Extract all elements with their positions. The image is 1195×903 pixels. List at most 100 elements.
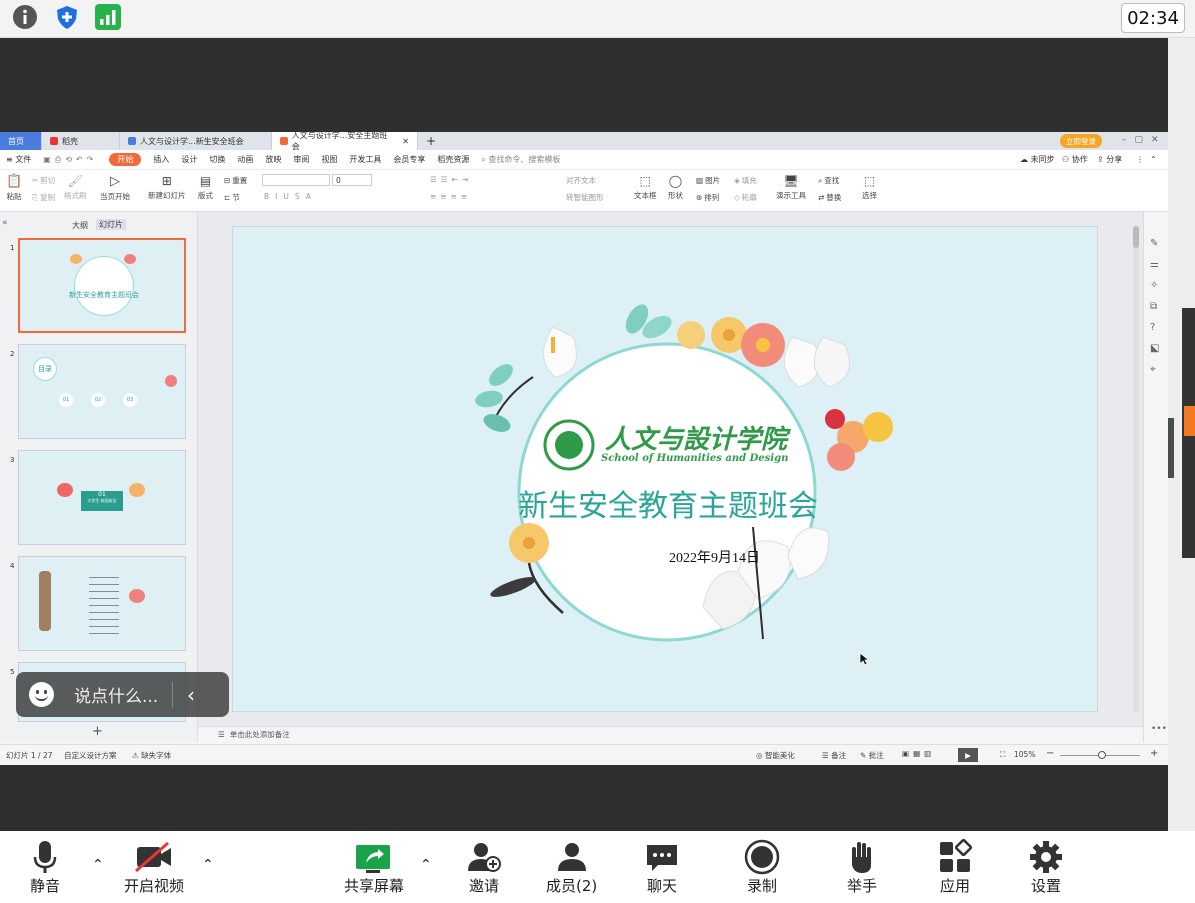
- signal-icon[interactable]: [95, 4, 121, 30]
- menu-start[interactable]: 开始: [109, 153, 142, 166]
- menu-transition[interactable]: 切换: [209, 154, 225, 165]
- menu-developer[interactable]: 开发工具: [349, 154, 381, 165]
- arrange-button[interactable]: ⊛ 排列: [696, 192, 719, 203]
- fit-icon[interactable]: ⛶: [1000, 750, 1005, 760]
- zoom-in-icon[interactable]: +: [1150, 748, 1158, 759]
- new-slide-button[interactable]: ⊞ 新建幻灯片: [148, 174, 186, 201]
- fill-button[interactable]: ◈ 填充: [734, 175, 757, 186]
- menu-member[interactable]: 会员专享: [393, 154, 425, 165]
- collapse-panel-icon[interactable]: «: [2, 218, 8, 228]
- format-painter-button[interactable]: 🖌 格式刷: [64, 174, 87, 201]
- sync-status[interactable]: ☁ 未同步: [1020, 154, 1055, 165]
- presentation-tools-button[interactable]: 🖥 演示工具: [776, 174, 806, 201]
- more-icon[interactable]: ⋮: [1136, 155, 1144, 164]
- shape-format-icon[interactable]: ⬕: [1150, 343, 1159, 354]
- share-options-icon[interactable]: ⌃: [420, 857, 432, 873]
- menu-design[interactable]: 设计: [181, 154, 197, 165]
- notes-toggle[interactable]: ☰ 备注: [822, 750, 846, 761]
- smartart-button[interactable]: 转智能图形: [566, 192, 604, 203]
- chat-button[interactable]: 聊天: [644, 839, 680, 896]
- quick-access-icons[interactable]: ▣⎙⟲↶↷: [43, 155, 97, 165]
- new-tab-button[interactable]: +: [418, 132, 444, 150]
- slide-thumbnail-1[interactable]: 新生安全教育主题班会: [18, 238, 186, 333]
- design-scheme[interactable]: 自定义设计方案: [64, 750, 117, 761]
- font-size-select[interactable]: 0: [332, 174, 372, 186]
- menu-docer[interactable]: 稻壳资源: [437, 154, 469, 165]
- login-button[interactable]: 立即登录: [1060, 134, 1102, 148]
- tab-home[interactable]: 首页: [0, 132, 42, 150]
- animation-icon[interactable]: ✧: [1150, 280, 1159, 291]
- zoom-level[interactable]: 105%: [1014, 750, 1035, 759]
- notes-bar[interactable]: ☰ 单击此处添加备注: [198, 726, 1143, 742]
- list-buttons[interactable]: ☰☰⇤⇥: [430, 175, 472, 184]
- textbox-button[interactable]: ⬚ 文本框: [634, 174, 657, 201]
- tab-docer[interactable]: 稻壳: [42, 132, 120, 150]
- apps-button[interactable]: 应用: [938, 839, 972, 896]
- record-button[interactable]: 录制: [744, 839, 780, 896]
- add-slide-button[interactable]: +: [92, 724, 103, 739]
- zoom-out-icon[interactable]: −: [1046, 748, 1054, 759]
- slide-thumbnail-3[interactable]: 01 大学生 校园安全: [18, 450, 186, 545]
- section-button[interactable]: ⊏ 节: [224, 192, 240, 203]
- missing-font-button[interactable]: ⚠ 缺失字体: [132, 750, 171, 761]
- mute-button[interactable]: 静音: [30, 839, 60, 896]
- menu-insert[interactable]: 插入: [153, 154, 169, 165]
- menu-review[interactable]: 审阅: [293, 154, 309, 165]
- emoji-icon[interactable]: [29, 682, 54, 707]
- style-icon[interactable]: ✎: [1150, 238, 1159, 249]
- picture-button[interactable]: ▨ 图片: [696, 175, 720, 186]
- invite-button[interactable]: 邀请: [466, 839, 502, 896]
- slide-title[interactable]: 新生安全教育主题班会: [503, 481, 833, 525]
- panel-tab-slides[interactable]: 幻灯片: [96, 219, 126, 230]
- copy-button[interactable]: ⎘ 复制: [32, 192, 55, 203]
- chat-input-overlay[interactable]: 说点什么... ‹: [16, 672, 229, 717]
- shape-button[interactable]: ◯ 形状: [668, 174, 683, 201]
- location-icon[interactable]: ⌖: [1150, 364, 1159, 375]
- select-button[interactable]: ⬚ 选择: [862, 174, 877, 201]
- settings-button[interactable]: 设置: [1028, 839, 1064, 896]
- layout-button[interactable]: ▤ 版式: [198, 174, 213, 201]
- menu-file[interactable]: ≡ 文件: [6, 154, 31, 165]
- paste-button[interactable]: 📋 粘贴: [6, 174, 22, 202]
- slide-thumbnail-2[interactable]: 目录 01 02 03: [18, 344, 186, 439]
- maximize-icon[interactable]: ▢: [1135, 135, 1152, 145]
- view-mode-buttons[interactable]: ▣▦▥: [902, 749, 935, 758]
- minimize-icon[interactable]: –: [1122, 135, 1135, 145]
- find-button[interactable]: ⌕ 查找: [818, 175, 839, 186]
- raise-hand-button[interactable]: 举手: [846, 839, 878, 896]
- mute-options-icon[interactable]: ⌃: [92, 857, 104, 873]
- vertical-scrollbar[interactable]: [1133, 226, 1139, 712]
- menu-animation[interactable]: 动画: [237, 154, 253, 165]
- font-family-select[interactable]: [262, 174, 330, 186]
- menu-slideshow[interactable]: 放映: [265, 154, 281, 165]
- tab-doc-1[interactable]: 人文与设计学...新生安全班会: [120, 132, 272, 150]
- tab-doc-2[interactable]: 人文与设计学...安全主题班会 ✕: [272, 131, 418, 151]
- menu-view[interactable]: 视图: [321, 154, 337, 165]
- beautify-button[interactable]: ◎ 智能美化: [756, 750, 795, 761]
- close-icon[interactable]: ✕: [402, 137, 409, 146]
- collab-button[interactable]: ⚇ 协作: [1062, 154, 1088, 165]
- panel-tab-outline[interactable]: 大纲: [72, 220, 88, 231]
- settings-slider-icon[interactable]: ⚌: [1150, 259, 1159, 270]
- align-text-button[interactable]: 对齐文本: [566, 175, 596, 186]
- current-slide[interactable]: 人文与設计学院 School of Humanities and Design …: [232, 226, 1098, 712]
- zoom-slider-thumb[interactable]: [1098, 751, 1106, 759]
- play-from-current-button[interactable]: ▷ 当页开始: [100, 174, 130, 202]
- cut-button[interactable]: ✂ 剪切: [32, 175, 55, 186]
- search-box[interactable]: ⌕ 查找命令、搜索模板: [481, 154, 560, 165]
- comments-toggle[interactable]: ✎ 批注: [860, 750, 884, 761]
- collapse-ribbon-icon[interactable]: ⌃: [1150, 155, 1157, 164]
- play-slideshow-button[interactable]: ▶: [958, 748, 978, 762]
- info-icon[interactable]: [12, 4, 38, 30]
- members-button[interactable]: 成员(2): [546, 839, 597, 896]
- zoom-slider[interactable]: [1060, 751, 1140, 759]
- slide-date[interactable]: 2022年9月14日: [669, 547, 760, 567]
- more-icon[interactable]: •••: [1151, 724, 1167, 734]
- shield-icon[interactable]: [54, 4, 80, 30]
- help-icon[interactable]: ?: [1150, 322, 1159, 333]
- replace-button[interactable]: ⇄ 替换: [818, 192, 841, 203]
- outline-button[interactable]: ◇ 轮廓: [734, 192, 757, 203]
- scrollbar-thumb[interactable]: [1133, 226, 1139, 248]
- align-buttons[interactable]: ≡≡≡≡: [430, 192, 471, 201]
- chat-placeholder[interactable]: 说点什么...: [74, 682, 164, 707]
